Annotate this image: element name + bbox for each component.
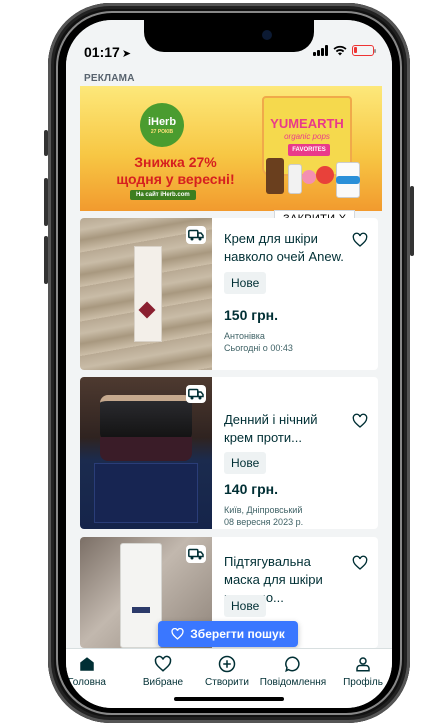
ad-headline: Знижка 27% щодня у вересні!	[98, 154, 253, 188]
lollipop-image	[316, 166, 334, 184]
tab-profile-label: Профіль	[343, 677, 383, 688]
cellular-signal-icon	[313, 45, 328, 56]
tab-create[interactable]: Створити	[192, 655, 262, 688]
tab-home[interactable]: Головна	[66, 655, 122, 688]
chat-bubble-icon	[285, 656, 300, 673]
plus-circle-icon	[218, 655, 236, 673]
home-icon	[80, 657, 94, 671]
bottle-image	[288, 164, 302, 194]
delivery-truck-icon	[186, 226, 206, 244]
delivery-truck-icon	[186, 545, 206, 563]
listing-location-date: Антонівка Сьогодні о 00:43	[224, 330, 293, 354]
volume-up-button	[44, 178, 48, 226]
ad-headline-line2: щодня у вересні!	[116, 171, 235, 187]
bottom-tab-bar: Головна Вибране Створити Повідомлення Пр…	[66, 648, 392, 708]
iherb-logo: iHerb 27 РОКІВ	[140, 103, 184, 147]
tab-messages[interactable]: Повідомлення	[258, 655, 328, 688]
product-kind: organic pops	[284, 132, 330, 141]
ad-banner[interactable]: iHerb 27 РОКІВ Знижка 27% щодня у вересн…	[80, 86, 382, 211]
ad-headline-line1: Знижка 27%	[134, 154, 217, 170]
listing-location-date: Київ, Дніпровський 08 вересня 2023 р.	[224, 504, 303, 528]
mute-switch	[44, 130, 48, 156]
lollipop-image	[302, 170, 316, 184]
listing-card[interactable]: Денний і нічний крем проти... Нове 140 г…	[80, 377, 378, 529]
favorite-heart-icon[interactable]	[352, 413, 368, 429]
tab-profile[interactable]: Профіль	[328, 655, 392, 688]
wifi-icon	[333, 45, 347, 56]
listing-price: 140 грн.	[224, 481, 278, 497]
ad-label: РЕКЛАМА	[84, 73, 135, 84]
status-time: 01:17 ➤	[84, 44, 132, 60]
product-brand: YUMEARTH	[270, 116, 344, 131]
save-search-label: Зберегти пошук	[190, 627, 285, 641]
tab-create-label: Створити	[205, 677, 249, 688]
tab-messages-label: Повідомлення	[259, 677, 327, 688]
tab-home-label: Головна	[68, 677, 106, 688]
home-indicator	[174, 697, 284, 701]
listing-date: 08 вересня 2023 р.	[224, 517, 304, 527]
condition-badge: Нове	[224, 272, 267, 294]
user-icon	[356, 657, 370, 672]
listing-location: Київ, Дніпровський	[224, 505, 303, 515]
bottle-image	[266, 158, 284, 194]
notch	[144, 20, 314, 52]
favorite-heart-icon[interactable]	[352, 232, 368, 248]
listing-card[interactable]: Крем для шкіри навколо очей Anew. Нове 1…	[80, 218, 378, 370]
listing-date: Сьогодні о 00:43	[224, 343, 293, 353]
listing-price: 150 грн.	[224, 307, 278, 323]
iherb-logo-sub: 27 РОКІВ	[150, 128, 174, 135]
delivery-truck-icon	[186, 385, 206, 403]
listing-title[interactable]: Крем для шкіри навколо очей Anew.	[224, 230, 349, 266]
listing-title[interactable]: Денний і нічний крем проти...	[224, 411, 349, 447]
heart-icon	[154, 655, 172, 672]
favorite-heart-icon[interactable]	[352, 555, 368, 571]
condition-badge: Нове	[224, 595, 267, 617]
tab-favorites[interactable]: Вибране	[128, 655, 198, 688]
phone-mockup: 01:17 ➤ РЕКЛАМА iHerb 27 РОКІВ Знижка 27…	[0, 0, 444, 725]
front-camera	[262, 30, 272, 40]
volume-down-button	[44, 236, 48, 284]
power-button	[410, 186, 414, 256]
save-search-button[interactable]: Зберегти пошук	[158, 621, 298, 647]
app-screen: 01:17 ➤ РЕКЛАМА iHerb 27 РОКІВ Знижка 27…	[66, 20, 392, 708]
bottle-label-image	[336, 176, 360, 184]
tab-favorites-label: Вибране	[142, 677, 184, 688]
battery-icon	[352, 45, 376, 56]
iherb-logo-name: iHerb	[147, 115, 177, 128]
location-arrow-icon: ➤	[121, 48, 132, 60]
listing-location: Антонівка	[224, 331, 265, 341]
ad-cta-button[interactable]: На сайт iHerb.com	[130, 190, 196, 200]
heart-outline-icon	[171, 628, 184, 640]
product-tag: FAVORITES	[288, 144, 330, 156]
condition-badge: Нове	[224, 452, 267, 474]
